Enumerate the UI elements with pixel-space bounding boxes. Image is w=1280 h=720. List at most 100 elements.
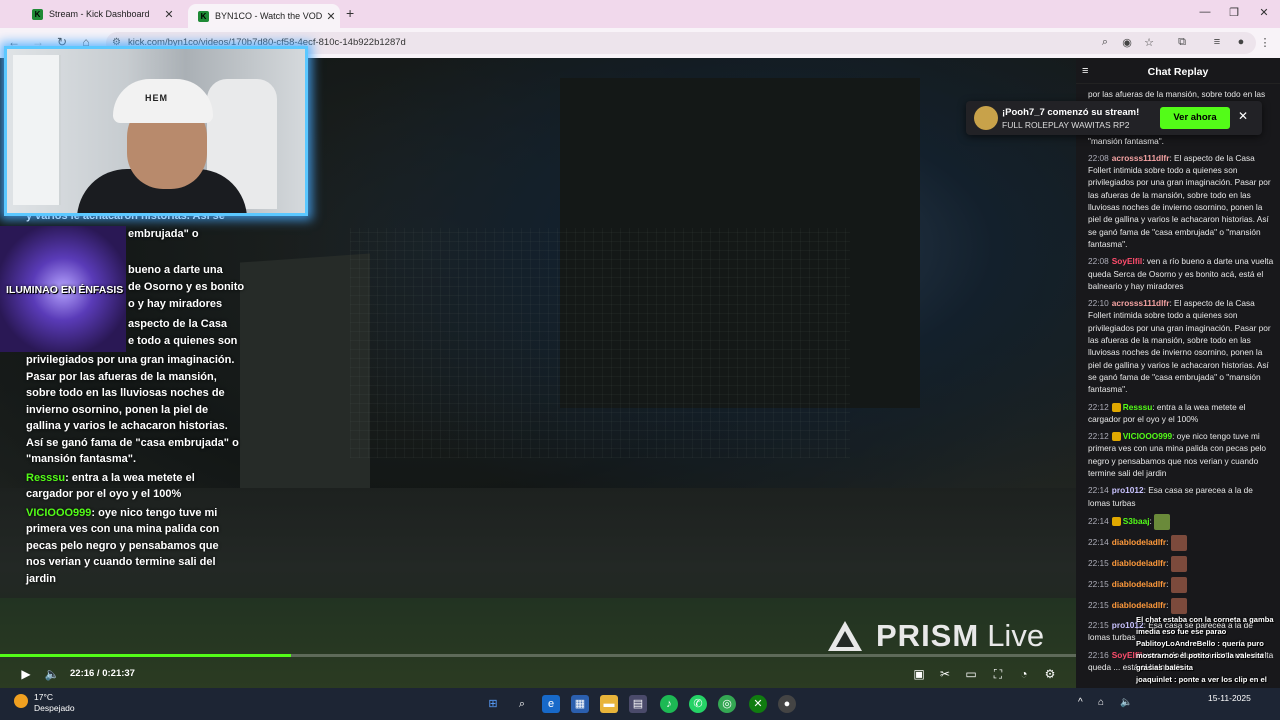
chat-text: : [1166, 600, 1169, 611]
alert-text: ILUMINAO EN ÉNFASIS [6, 284, 124, 296]
tab-kick-dashboard[interactable]: K Stream - Kick Dashboard ✕ [26, 4, 178, 24]
edge-icon[interactable]: e [542, 695, 560, 713]
fence-shape [350, 228, 850, 458]
chat-timestamp: 22:10 [1088, 298, 1109, 309]
progress-fill [0, 654, 291, 657]
chat-message-list: por las afueras de la mansión, sobre tod… [1088, 88, 1274, 678]
chat-title: Chat Replay [1147, 66, 1209, 78]
temperature: 17°C [34, 692, 53, 702]
overlay-chat-user: Resssu [26, 471, 66, 484]
volume-tray-icon[interactable]: 🔈 [1120, 697, 1132, 708]
bookmark-star-icon[interactable]: ☆ [1142, 36, 1156, 49]
clip-icon[interactable]: ✂ [937, 667, 953, 681]
minimize-icon[interactable]: — [1196, 6, 1214, 18]
sun-icon [14, 694, 28, 708]
overlay-chat-message: VICIOOO999: oye nico tengo tuve mi prime… [26, 505, 240, 588]
overlay-partial-line: embrujada" o [128, 228, 199, 240]
start-windows-icon[interactable]: ⊞ [484, 695, 502, 713]
clock-date: 15-11-2025 [1208, 693, 1251, 703]
zoom-icon[interactable]: ⌕ [1098, 36, 1112, 49]
overlay-partial-line: aspecto de la Casa [128, 318, 228, 330]
chat-text: : [1166, 579, 1169, 590]
crown-badge-icon [1111, 517, 1121, 527]
fullscreen-icon[interactable]: ⛶ [990, 667, 1006, 682]
chat-message: 22:08 SoyElfil: ven a río bueno a darte u… [1088, 255, 1274, 292]
chat-message: 22:12 Resssu: entra a la wea metete el ca… [1088, 401, 1274, 426]
new-tab-button[interactable]: + [346, 5, 354, 21]
settings-gear-icon[interactable]: ⚙ [1042, 667, 1058, 681]
search-icon[interactable]: ⌕ [513, 695, 531, 713]
watch-now-button[interactable]: Ver ahora [1160, 107, 1230, 129]
play-icon[interactable]: ▶ [18, 667, 34, 681]
chat-username[interactable]: VICIOOO999 [1123, 431, 1172, 441]
overlay-partial-line: e todo a quienes son [128, 335, 238, 347]
sub-badge-icon [1111, 402, 1121, 412]
chat-username[interactable]: diablodeladlfr [1112, 537, 1166, 547]
chat-message: 22:15 diablodeladlfr: [1088, 576, 1274, 593]
emote-icon [1170, 555, 1187, 572]
chat-username[interactable]: S3baaj [1123, 516, 1150, 526]
whatsapp-icon[interactable]: ✆ [689, 695, 707, 713]
tab-title: BYN1CO - Watch the VOD on Kick [215, 11, 324, 21]
weather-widget[interactable]: 17°C Despejado [14, 692, 75, 714]
chat-timestamp: 22:08 [1088, 256, 1109, 267]
obs-icon[interactable]: ● [778, 695, 796, 713]
browser-tab-bar: K Stream - Kick Dashboard ✕ K BYN1CO - W… [0, 0, 1280, 28]
chat-message: 22:14 pro1012: Esa casa se parecea a la d… [1088, 484, 1274, 509]
overlay-chat-text: privilegiados por una gran imaginación. … [26, 354, 239, 465]
tray-chevron-icon[interactable]: ^ [1078, 697, 1083, 708]
app-icon[interactable]: ▤ [629, 695, 647, 713]
chat-username[interactable]: acrosss111dlfr [1112, 153, 1170, 163]
chat-username[interactable]: diablodeladlfr [1112, 579, 1166, 589]
tracking-icon[interactable]: ◉ [1120, 36, 1134, 49]
chat-timestamp: 22:15 [1088, 619, 1109, 630]
tab-vod[interactable]: K BYN1CO - Watch the VOD on Kick ✕ [188, 4, 340, 28]
chat-text: : [1149, 516, 1152, 527]
stream-overlay-chat-right: El chat estaba con la corneta a gamba im… [1136, 614, 1280, 698]
chat-username[interactable]: diablodeladlfr [1112, 558, 1166, 568]
volume-icon[interactable]: 🔈 [44, 667, 60, 681]
video-progress-bar[interactable] [0, 654, 1076, 657]
speed-icon[interactable]: ◔ [1016, 667, 1032, 681]
file-explorer-icon[interactable]: ▬ [600, 695, 618, 713]
chat-message: 22:14 S3baaj: [1088, 513, 1274, 530]
time-display: 22:16 / 0:21:37 [70, 668, 135, 679]
close-tab-icon[interactable]: ✕ [162, 8, 176, 21]
xbox-icon[interactable]: ✕ [749, 695, 767, 713]
chat-message: 22:14 diablodeladlfr: [1088, 534, 1274, 551]
store-icon[interactable]: ▦ [571, 695, 589, 713]
chat-username[interactable]: acrosss111dlfr [1112, 298, 1170, 308]
close-notification-icon[interactable]: ✕ [1238, 109, 1248, 123]
more-menu-icon[interactable]: ⋮ [1258, 36, 1272, 49]
chrome-icon[interactable]: ◎ [718, 695, 736, 713]
cap-logo: HEM [145, 93, 168, 103]
overlay-partial-line: de Osorno y es bonito [128, 281, 245, 293]
network-icon[interactable]: ⌂ [1098, 697, 1104, 708]
chat-username[interactable]: Resssu [1123, 402, 1153, 412]
maximize-icon[interactable]: ❐ [1225, 6, 1243, 19]
chat-timestamp: 22:14 [1088, 537, 1109, 548]
spotify-icon[interactable]: ♪ [660, 695, 678, 713]
chat-timestamp: 22:16 [1088, 649, 1109, 660]
chat-message: 22:15 diablodeladlfr: [1088, 555, 1274, 572]
chat-timestamp: 22:15 [1088, 579, 1109, 590]
chat-text: : El aspecto de la Casa Follert intimida… [1088, 298, 1271, 395]
theater-mode-icon[interactable]: ▭ [963, 667, 979, 681]
prism-live-watermark: PRISM Live [828, 618, 1044, 654]
chat-timestamp: 22:12 [1088, 431, 1109, 442]
profile-avatar-icon[interactable]: ● [1234, 36, 1248, 48]
close-tab-icon[interactable]: ✕ [324, 10, 338, 23]
close-window-icon[interactable]: ✕ [1255, 6, 1273, 19]
overlay-chat-line: El chat estaba con la corneta a gamba im… [1136, 615, 1274, 636]
kick-favicon-icon: K [198, 10, 209, 22]
chat-username[interactable]: SoyElfil [1112, 256, 1142, 266]
chat-timestamp: 22:12 [1088, 401, 1109, 412]
system-clock[interactable]: 15-11-2025 [1208, 693, 1251, 704]
chat-username[interactable]: diablodeladlfr [1112, 600, 1166, 610]
notification-subtitle: FULL ROLEPLAY WAWITAS RP2 [1002, 120, 1130, 130]
extensions-icon[interactable]: ⧉ [1175, 36, 1189, 49]
media-icon[interactable]: ≡ [1210, 36, 1224, 48]
chat-username[interactable]: pro1012 [1112, 485, 1144, 495]
miniplayer-icon[interactable]: ▣ [911, 667, 927, 681]
chat-timestamp: 22:08 [1088, 152, 1109, 163]
